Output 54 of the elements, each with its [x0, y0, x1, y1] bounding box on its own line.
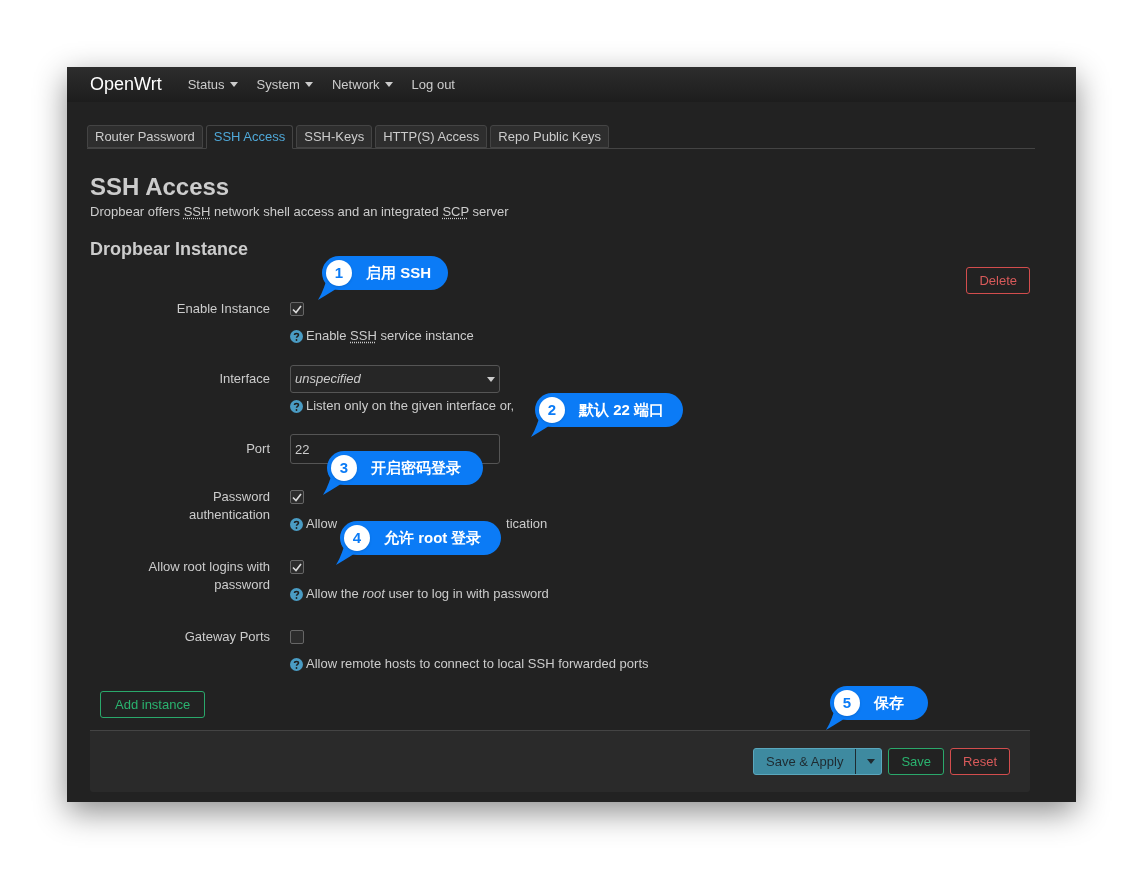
tab[interactable]: SSH-Keys	[296, 125, 373, 148]
checkbox[interactable]	[290, 630, 304, 644]
delete-button[interactable]: Delete	[966, 267, 1030, 294]
nav-menu-item[interactable]: Status	[187, 74, 238, 95]
step-number: 5	[834, 690, 860, 716]
brand-logo[interactable]: OpenWrt	[90, 71, 162, 98]
callout-text: 默认 22 端口	[579, 399, 665, 420]
action-button[interactable]: Reset	[950, 748, 1010, 776]
help-icon	[290, 399, 303, 413]
callout-text: 启用 SSH	[366, 262, 431, 283]
caret-icon	[304, 82, 313, 87]
caret-icon	[384, 82, 393, 87]
nav-menu-item[interactable]: System	[256, 74, 313, 95]
checkbox[interactable]	[290, 302, 304, 316]
field-label: Enable Instance	[175, 300, 270, 318]
interface-select[interactable]: unspecified	[290, 365, 500, 393]
caret-icon	[229, 82, 238, 87]
field-label: Allow root logins with password	[147, 558, 270, 594]
field-label: Password authentication	[188, 488, 270, 524]
nav-menu-item[interactable]: Log out	[411, 74, 455, 95]
action-button[interactable]: Save	[888, 748, 945, 776]
help-text: Allow	[306, 515, 338, 534]
page-title: SSH Access	[90, 173, 231, 201]
step-number: 3	[331, 455, 357, 481]
page-description: Dropbear offers SSH network shell access and an integrated SCP server	[90, 203, 510, 221]
field-label: Gateway Ports	[183, 628, 270, 646]
section-title: Dropbear Instance	[90, 238, 250, 260]
help-text: Enable SSH service instance	[306, 327, 474, 346]
help-text: Allow remote hosts to connect to local SSH forwarded ports	[306, 655, 649, 674]
field-label: Interface	[218, 370, 270, 388]
help-text: tication	[506, 515, 548, 534]
dropdown-caret-icon	[867, 759, 876, 765]
nav-menu-item[interactable]: Network	[331, 74, 393, 95]
tab[interactable]: Repo Public Keys	[490, 125, 609, 148]
tab[interactable]: Router Password	[87, 125, 203, 148]
action-button[interactable]: Save & Apply	[753, 748, 883, 776]
field-label: Port	[245, 440, 270, 458]
checkbox[interactable]	[290, 490, 304, 504]
help-icon	[290, 587, 303, 601]
callout-text: 保存	[874, 692, 904, 713]
help-icon	[290, 329, 303, 343]
help-text: Listen only on the given interface or,	[306, 397, 515, 416]
checkbox[interactable]	[290, 560, 304, 574]
callout-text: 允许 root 登录	[384, 527, 482, 548]
add-instance-button[interactable]: Add instance	[100, 691, 206, 719]
step-number: 2	[539, 397, 565, 423]
caret-icon	[487, 376, 495, 382]
tab[interactable]: HTTP(S) Access	[375, 125, 488, 148]
tab[interactable]: SSH Access	[205, 125, 294, 149]
help-icon	[290, 657, 303, 671]
step-number: 1	[326, 260, 352, 286]
help-icon	[290, 517, 303, 531]
help-text: Allow the root user to log in with password	[306, 585, 549, 604]
step-number: 4	[344, 525, 370, 551]
